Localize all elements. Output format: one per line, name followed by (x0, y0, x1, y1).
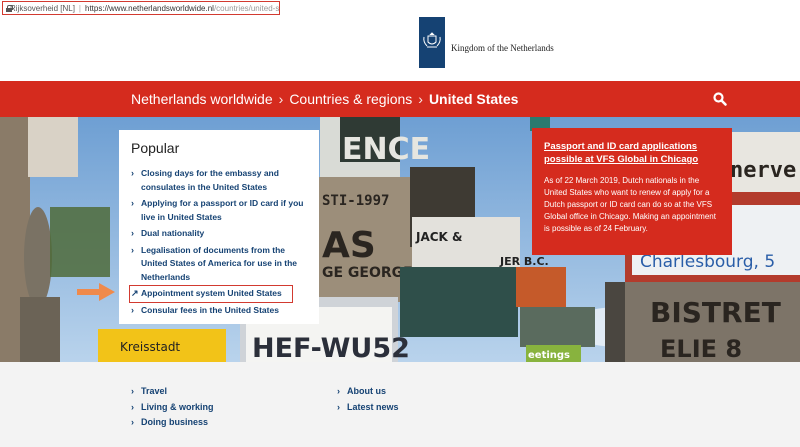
breadcrumb: Netherlands worldwide › Countries & regi… (131, 91, 518, 107)
arrow-right-icon (77, 283, 115, 301)
news-body: As of 22 March 2019, Dutch nationals in … (544, 176, 716, 233)
sign-as: AS (322, 225, 376, 266)
search-icon (713, 92, 727, 106)
footer-link-label: About us (347, 386, 386, 396)
popular-link-consular-fees[interactable]: › Consular fees in the United States (131, 304, 307, 318)
footer-column-1: › Travel › Living & working › Doing busines… (131, 384, 214, 431)
popular-link-label: Dual nationality (141, 228, 205, 238)
popular-link-closing-days[interactable]: › Closing days for the embassy and consul… (131, 167, 307, 194)
sign-kreisstadt: Kreisstadt (120, 340, 180, 354)
popular-link-label: Appointment system United States (141, 288, 282, 298)
sign-greetings: eetings (528, 350, 570, 361)
chevron-right-icon: › (131, 401, 134, 412)
site-name: Rijksoverheid [NL] (10, 3, 75, 13)
footer-link-doing-business[interactable]: › Doing business (131, 415, 214, 431)
popular-title: Popular (131, 140, 180, 156)
news-box: Passport and ID card applications possib… (532, 128, 732, 255)
breadcrumb-bar: Netherlands worldwide › Countries & regi… (0, 81, 800, 117)
chevron-right-icon: › (131, 168, 134, 178)
breadcrumb-netherlands-worldwide[interactable]: Netherlands worldwide (131, 91, 273, 107)
external-link-icon: ↗ (131, 288, 139, 298)
sign-george: GE GEORGE (322, 265, 413, 281)
footer-link-label: Living & working (141, 401, 214, 412)
chevron-right-icon: › (131, 198, 134, 208)
coat-of-arms-icon (423, 32, 441, 48)
popular-box: Popular › Closing days for the embassy an… (119, 130, 319, 324)
sign-jack: JACK & (415, 230, 463, 244)
logo[interactable] (419, 17, 445, 68)
chevron-right-icon: › (131, 244, 134, 255)
footer-link-about-us[interactable]: › About us (337, 384, 399, 400)
popular-list: › Closing days for the embassy and consul… (129, 167, 319, 318)
chevron-right-icon: › (418, 91, 423, 107)
popular-link-label: Consular fees in the United States (141, 304, 279, 315)
news-title-link[interactable]: Passport and ID card applications possib… (544, 140, 720, 166)
sign-nerve: nerve (730, 158, 796, 183)
logo-text: Kingdom of the Netherlands (451, 43, 554, 53)
chevron-right-icon: › (278, 91, 284, 107)
page: Rijksoverheid [NL] | https://www.netherl… (0, 0, 800, 447)
chevron-right-icon: › (337, 386, 340, 396)
footer-link-label: Latest news (347, 401, 399, 412)
url-host: https://www.netherlandsworldwide.nl (85, 3, 214, 13)
breadcrumb-countries-regions[interactable]: Countries & regions (289, 91, 412, 107)
footer: › Travel › Living & working › Doing busines… (0, 362, 800, 447)
popular-link-label: Applying for a passport or ID card if yo… (141, 198, 304, 222)
footer-link-label: Travel (141, 386, 168, 396)
chevron-right-icon: › (131, 386, 134, 396)
popular-link-passport[interactable]: › Applying for a passport or ID card if y… (131, 197, 307, 224)
chevron-right-icon: › (131, 417, 134, 427)
sign-bistret: BISTRET (650, 296, 781, 329)
chevron-right-icon: › (131, 304, 134, 315)
popular-link-dual-nationality[interactable]: › Dual nationality (131, 227, 307, 241)
search-button[interactable] (712, 91, 728, 107)
sign-hef: HEF-WU52 (252, 333, 410, 362)
url-path: /countries/united-states (213, 3, 280, 13)
footer-link-living-working[interactable]: › Living & working (131, 400, 214, 416)
sign-charlesbourg: Charlesbourg, 5 (640, 252, 775, 272)
popular-link-appointment-system[interactable]: ↗ Appointment system United States (129, 285, 293, 303)
popular-link-label: Closing days for the embassy and consula… (141, 168, 279, 192)
footer-link-latest-news[interactable]: › Latest news (337, 400, 399, 416)
popular-link-legalisation[interactable]: › Legalisation of documents from the Unit… (131, 244, 307, 285)
address-separator: | (78, 3, 81, 13)
sign-bc: JER B.C. (499, 255, 549, 268)
chevron-right-icon: › (337, 401, 340, 412)
sign-ence: ENCE (342, 132, 430, 167)
breadcrumb-current: United States (428, 91, 519, 107)
sign-sti: STI-1997 (322, 193, 389, 209)
sign-elie: ELIE 8 (660, 335, 742, 362)
address-bar[interactable]: Rijksoverheid [NL] | https://www.netherl… (2, 1, 280, 15)
footer-column-2: › About us › Latest news (337, 384, 399, 415)
footer-link-travel[interactable]: › Travel (131, 384, 214, 400)
chevron-right-icon: › (131, 228, 134, 238)
popular-link-label: Legalisation of documents from the Unite… (141, 244, 298, 282)
footer-link-label: Doing business (141, 417, 209, 427)
